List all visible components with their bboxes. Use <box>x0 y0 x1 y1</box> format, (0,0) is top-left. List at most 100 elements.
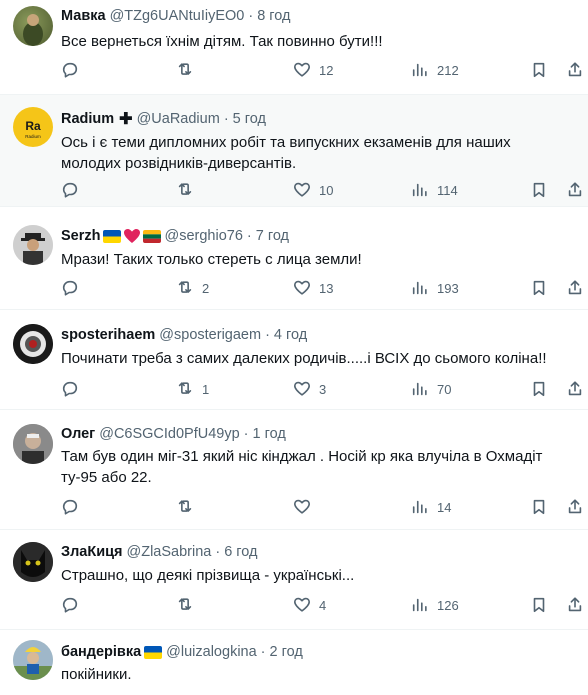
retweet-button[interactable] <box>176 498 202 516</box>
views-button[interactable]: 212 <box>411 61 459 79</box>
author-handle[interactable]: @sposterigaem <box>159 327 261 343</box>
avatar[interactable] <box>13 542 53 582</box>
views-button[interactable]: 114 <box>411 181 458 199</box>
reply-button[interactable] <box>61 61 87 79</box>
share-button[interactable] <box>566 498 584 516</box>
separator-dot: · <box>243 426 249 442</box>
views-icon <box>411 498 429 516</box>
author-handle[interactable]: @TZg6UANtuIiyEO0 <box>110 8 245 24</box>
retweet-button[interactable] <box>176 181 202 199</box>
retweet-count: 2 <box>202 280 210 296</box>
share-icon <box>566 596 584 614</box>
retweet-icon <box>176 279 194 297</box>
bookmark-button[interactable] <box>530 279 548 297</box>
reply-button[interactable] <box>61 181 87 199</box>
share-button[interactable] <box>566 61 584 79</box>
timestamp[interactable]: 8 год <box>257 8 290 24</box>
like-button[interactable]: 13 <box>293 279 333 297</box>
reply-button[interactable] <box>61 380 87 398</box>
timestamp[interactable]: 5 год <box>233 111 266 127</box>
separator-dot: · <box>265 327 270 343</box>
tweet[interactable]: ЗлаКиця @ZlaSabrina · 6 год Страшно, що … <box>0 530 588 630</box>
timestamp[interactable]: 2 год <box>270 644 303 660</box>
like-button[interactable]: 3 <box>293 380 326 398</box>
tweet[interactable]: Ra Radium Radium ✚ @UaRadium · 5 год Ось… <box>0 95 588 207</box>
views-icon <box>411 181 429 199</box>
bookmark-icon <box>530 498 548 516</box>
retweet-button[interactable]: 2 <box>176 279 209 297</box>
share-button[interactable] <box>566 596 584 614</box>
tweet[interactable]: Олег @C6SGCId0PfU49yp · 1 год Там був од… <box>0 410 588 530</box>
retweet-icon <box>176 181 194 199</box>
tweet[interactable]: Serzh @serghio76 · 7 год Мрази! Таких то… <box>0 207 588 310</box>
reply-button[interactable] <box>61 596 87 614</box>
avatar[interactable] <box>13 225 53 265</box>
timestamp[interactable]: 6 год <box>224 544 257 560</box>
avatar[interactable] <box>13 6 53 46</box>
like-button[interactable]: 10 <box>293 181 333 199</box>
author-name[interactable]: sposterihaem <box>61 327 155 343</box>
retweet-icon <box>176 498 194 516</box>
like-button[interactable]: 12 <box>293 61 333 79</box>
bookmark-button[interactable] <box>530 380 548 398</box>
author-name[interactable]: Radium <box>61 111 114 127</box>
bookmark-button[interactable] <box>530 498 548 516</box>
avatar[interactable] <box>13 424 53 464</box>
views-icon <box>411 61 429 79</box>
like-button[interactable] <box>293 498 319 516</box>
timestamp[interactable]: 4 год <box>274 327 307 343</box>
views-count: 114 <box>437 182 458 198</box>
author-name[interactable]: Serzh <box>61 228 101 244</box>
action-bar: 2 13 193 <box>61 279 588 301</box>
reply-button[interactable] <box>61 279 87 297</box>
tweet-text: Мрази! Таких только стереть с лица земли… <box>61 251 362 268</box>
retweet-icon <box>176 380 194 398</box>
retweet-button[interactable]: 1 <box>176 380 209 398</box>
like-button[interactable]: 4 <box>293 596 326 614</box>
action-bar: 4 126 <box>61 596 588 618</box>
bookmark-button[interactable] <box>530 596 548 614</box>
cross-badge-icon: ✚ <box>119 111 133 128</box>
author-name[interactable]: Мавка <box>61 8 106 24</box>
share-button[interactable] <box>566 181 584 199</box>
views-button[interactable]: 193 <box>411 279 459 297</box>
author-handle[interactable]: @serghio76 <box>165 228 243 244</box>
author-name[interactable]: ЗлаКиця <box>61 544 123 560</box>
views-button[interactable]: 126 <box>411 596 459 614</box>
bookmark-button[interactable] <box>530 61 548 79</box>
tweet[interactable]: Мавка @TZg6UANtuIiyEO0 · 8 год Все верне… <box>0 0 588 95</box>
author-name[interactable]: бандерівка <box>61 644 141 660</box>
share-icon <box>566 279 584 297</box>
like-icon <box>293 61 311 79</box>
timestamp[interactable]: 1 год <box>253 426 286 442</box>
bookmark-icon <box>530 380 548 398</box>
like-icon <box>293 596 311 614</box>
like-count: 4 <box>319 597 327 613</box>
author-name[interactable]: Олег <box>61 426 95 442</box>
views-button[interactable]: 14 <box>411 498 451 516</box>
author-handle[interactable]: @C6SGCId0PfU49yp <box>99 426 239 442</box>
tweet[interactable]: бандерівка @luizalogkina · 2 год покійни… <box>0 630 588 695</box>
separator-dot: · <box>223 111 229 127</box>
share-button[interactable] <box>566 380 584 398</box>
author-handle[interactable]: @ZlaSabrina <box>127 544 212 560</box>
views-button[interactable]: 70 <box>411 380 451 398</box>
author-handle[interactable]: @UaRadium <box>137 111 220 127</box>
avatar-subtext: Radium <box>25 134 41 139</box>
author-handle[interactable]: @luizalogkina <box>166 644 257 660</box>
separator-dot: · <box>215 544 221 560</box>
bookmark-button[interactable] <box>530 181 548 199</box>
share-button[interactable] <box>566 279 584 297</box>
retweet-button[interactable] <box>176 596 202 614</box>
avatar[interactable] <box>13 640 53 680</box>
reply-button[interactable] <box>61 498 87 516</box>
action-bar: 1 3 70 <box>61 380 588 402</box>
timestamp[interactable]: 7 год <box>256 228 289 244</box>
tweet[interactable]: sposterihaem @sposterigaem · 4 год Почин… <box>0 310 588 410</box>
separator-dot: · <box>260 644 266 660</box>
tweet-text: Починати треба з самих далеких родичів..… <box>61 350 547 367</box>
retweet-button[interactable] <box>176 61 202 79</box>
tweet-text: Там був один міг-31 який ніс кінджал . Н… <box>61 448 543 486</box>
avatar[interactable] <box>13 324 53 364</box>
avatar[interactable]: Ra Radium <box>13 107 53 147</box>
